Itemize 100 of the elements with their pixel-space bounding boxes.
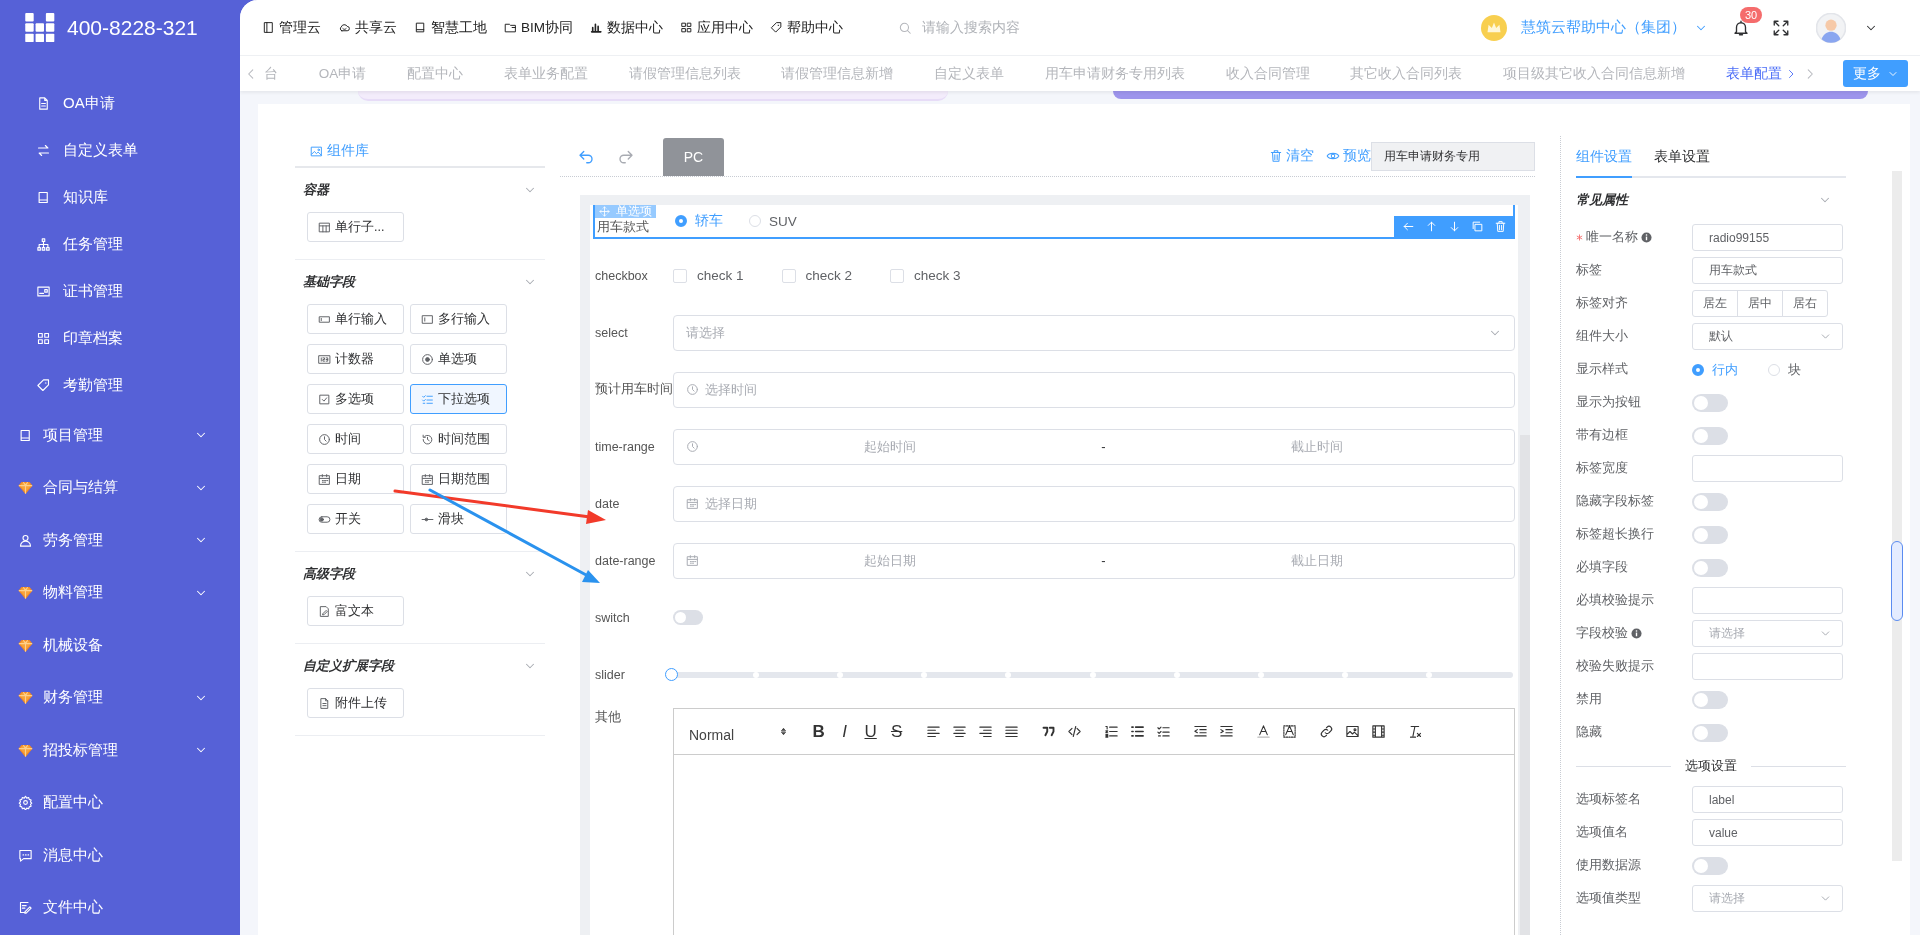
menu-item[interactable]: 知识库 — [0, 174, 228, 221]
nav-link[interactable]: 帮助中心 — [770, 18, 843, 37]
align-option[interactable]: 居左 — [1692, 290, 1738, 317]
text-field[interactable]: radio99155 — [1692, 224, 1843, 251]
radio-option[interactable]: 块 — [1768, 360, 1801, 379]
delete-icon[interactable] — [1494, 220, 1507, 233]
component-item[interactable]: 下拉选项 — [410, 384, 507, 414]
align-justify-icon[interactable] — [1004, 724, 1020, 739]
component-item[interactable]: 滑块 — [410, 504, 507, 534]
nav-link[interactable]: 数据中心 — [590, 18, 663, 37]
text-color-icon[interactable] — [1256, 724, 1272, 739]
component-item[interactable]: 单选项 — [410, 344, 507, 374]
menu-item[interactable]: 财务管理 — [0, 671, 228, 724]
component-item[interactable]: 日期范围 — [410, 464, 507, 494]
menu-item[interactable]: 印章档案 — [0, 315, 228, 362]
info-icon[interactable] — [1631, 628, 1642, 639]
toggle-switch[interactable] — [673, 610, 703, 625]
text-field[interactable]: 用车款式 — [1692, 257, 1843, 284]
text-field[interactable] — [1692, 587, 1843, 614]
bell-icon[interactable] — [1732, 18, 1750, 37]
menu-item[interactable]: 配置中心 — [0, 776, 228, 829]
text-field[interactable] — [1692, 653, 1843, 680]
component-item[interactable]: 计数器 — [307, 344, 404, 374]
nav-link[interactable]: 共享云 — [338, 18, 397, 37]
fullscreen-icon[interactable] — [1772, 18, 1790, 37]
quote-icon[interactable] — [1041, 724, 1057, 739]
component-item[interactable]: 开关 — [307, 504, 404, 534]
text-field[interactable]: value — [1692, 819, 1843, 846]
scrollbar[interactable] — [1891, 541, 1903, 621]
component-item[interactable]: 富文本 — [307, 596, 404, 626]
menu-item[interactable]: 考勤管理 — [0, 362, 228, 409]
align-center-icon[interactable] — [952, 724, 968, 739]
copy-icon[interactable] — [1471, 220, 1484, 233]
heading-select[interactable]: Normal — [689, 726, 735, 743]
form-name-field[interactable]: 用车申请财务专用 — [1371, 141, 1535, 171]
align-right-icon[interactable] — [978, 724, 994, 739]
format-button[interactable]: B — [811, 721, 827, 742]
date-range-field[interactable]: 起始日期 - 截止日期 — [673, 542, 1515, 579]
radio-option[interactable]: SUV — [749, 213, 797, 229]
menu-item[interactable]: 机械设备 — [0, 619, 228, 672]
scrollbar[interactable] — [1520, 435, 1530, 935]
bullet-list-icon[interactable] — [1130, 724, 1146, 739]
toggle-switch[interactable] — [1692, 525, 1728, 544]
nav-link[interactable]: BIM协同 — [504, 18, 573, 37]
component-item[interactable]: 多行输入 — [410, 304, 507, 334]
checkbox-option[interactable]: check 1 — [673, 268, 744, 283]
component-item[interactable]: 单行子... — [307, 212, 404, 242]
avatar[interactable] — [1816, 12, 1846, 43]
code-icon[interactable] — [1067, 724, 1083, 739]
component-item[interactable]: 多选项 — [307, 384, 404, 414]
toggle-switch[interactable] — [1692, 723, 1728, 742]
toggle-switch[interactable] — [1692, 492, 1728, 511]
format-button[interactable]: U — [863, 721, 879, 742]
menu-item[interactable]: OA申请 — [0, 80, 228, 127]
page-tab[interactable]: 表单配置 — [1725, 64, 1797, 83]
checkbox-option[interactable]: check 3 — [890, 268, 961, 283]
info-icon[interactable] — [1641, 232, 1652, 243]
checklist-icon[interactable] — [1156, 724, 1172, 739]
component-item[interactable]: 时间范围 — [410, 424, 507, 454]
toggle-switch[interactable] — [1692, 558, 1728, 577]
slider-thumb[interactable] — [665, 667, 678, 681]
highlight-icon[interactable] — [1282, 724, 1298, 739]
nav-link[interactable]: 管理云 — [262, 18, 321, 37]
link-icon[interactable] — [1319, 724, 1335, 739]
settings-tab[interactable]: 表单设置 — [1654, 148, 1710, 178]
nav-link[interactable]: 智慧工地 — [414, 18, 487, 37]
text-field[interactable]: label — [1692, 786, 1843, 813]
align-left-icon[interactable] — [926, 724, 942, 739]
clear-format-icon[interactable] — [1408, 724, 1424, 739]
menu-item[interactable]: 招投标管理 — [0, 724, 228, 777]
toggle-switch[interactable] — [1692, 426, 1728, 445]
time-range-field[interactable]: 起始时间 - 截止时间 — [673, 428, 1515, 465]
menu-item[interactable]: 项目管理 — [0, 409, 228, 462]
text-field[interactable] — [1692, 455, 1843, 482]
component-item[interactable]: 附件上传 — [307, 688, 404, 718]
component-item[interactable]: 时间 — [307, 424, 404, 454]
video-icon[interactable] — [1371, 724, 1387, 739]
component-item[interactable]: 日期 — [307, 464, 404, 494]
format-button[interactable]: I — [837, 721, 853, 742]
image-icon[interactable] — [1345, 724, 1361, 739]
menu-item[interactable]: 消息中心 — [0, 829, 228, 882]
arrow-left-icon[interactable] — [1402, 220, 1415, 233]
toggle-switch[interactable] — [1692, 690, 1728, 709]
format-button[interactable]: S — [889, 721, 905, 742]
menu-item[interactable]: 证书管理 — [0, 268, 228, 315]
rich-text-editor[interactable]: Normal B I U S — [673, 708, 1515, 935]
slider-track[interactable] — [665, 668, 1515, 681]
indent-icon[interactable] — [1219, 724, 1235, 739]
menu-item[interactable]: 合同与结算 — [0, 461, 228, 514]
select-field[interactable]: 默认 — [1692, 323, 1843, 350]
menu-item[interactable]: 物料管理 — [0, 566, 228, 619]
arrow-up-icon[interactable] — [1425, 220, 1438, 233]
numbered-list-icon[interactable] — [1104, 724, 1120, 739]
menu-item[interactable]: 文件中心 — [0, 881, 228, 934]
checkbox-option[interactable]: check 2 — [781, 268, 853, 283]
align-option[interactable]: 居右 — [1782, 290, 1828, 317]
menu-item[interactable]: 自定义表单 — [0, 127, 228, 174]
align-option[interactable]: 居中 — [1737, 290, 1783, 317]
menu-item[interactable]: 任务管理 — [0, 221, 228, 268]
menu-item[interactable]: 劳务管理 — [0, 514, 228, 567]
